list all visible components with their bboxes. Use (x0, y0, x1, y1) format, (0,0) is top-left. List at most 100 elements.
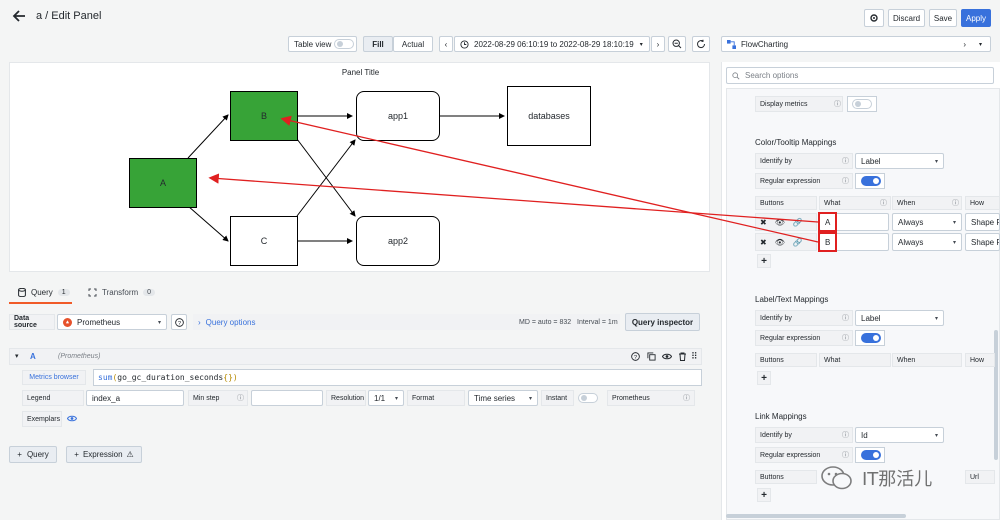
chevron-left-icon: ‹ (444, 39, 448, 49)
prometheus-info-icon[interactable]: ⓘ (683, 393, 690, 403)
options-scrollbar[interactable] (994, 330, 998, 460)
what-info-icon[interactable]: ⓘ (880, 198, 887, 208)
max-data-points: MD = auto = 832 (519, 318, 572, 326)
identify-by-value: Label (861, 156, 881, 166)
table-view-toggle[interactable]: Table view (288, 36, 357, 52)
min-step-info-icon[interactable]: ⓘ (237, 393, 244, 403)
resolution-select[interactable]: 1/1 ▾ (368, 390, 404, 406)
node-b-label: B (260, 111, 267, 121)
link-regex-info-icon[interactable]: ⓘ (842, 450, 849, 460)
node-b[interactable]: B (230, 91, 298, 141)
eye-icon[interactable]: 👁 (775, 218, 785, 227)
mapping-row-1-buttons: ✖ 👁 🔗 (755, 213, 817, 231)
label-regex-toggle-box[interactable] (855, 330, 885, 346)
eye-icon[interactable]: 👁 (775, 238, 785, 247)
display-metrics-label: Display metrics (755, 96, 843, 112)
format-select[interactable]: Time series ▾ (468, 390, 538, 406)
add-color-mapping-button[interactable]: + (757, 254, 771, 268)
mapping-row-2-how-select[interactable]: Shape F (965, 233, 1000, 251)
horizontal-scrollbar[interactable] (726, 514, 906, 518)
eye-icon[interactable] (661, 352, 673, 363)
time-range-picker[interactable]: 2022-08-29 06:10:19 to 2022-08-29 18:10:… (454, 36, 650, 52)
display-metrics-toggle[interactable] (852, 99, 872, 109)
data-source-help-button[interactable]: ? (171, 314, 187, 330)
instant-toggle[interactable] (578, 393, 598, 403)
drag-handle-icon[interactable]: ⠿ (691, 351, 698, 362)
node-c[interactable]: C (230, 216, 298, 266)
chevron-down-icon: ▾ (528, 395, 532, 402)
trash-icon[interactable] (678, 352, 687, 363)
refresh-icon (697, 39, 706, 49)
add-expression-label: Expression (82, 450, 123, 459)
add-query-button[interactable]: + Query (9, 446, 57, 463)
link-icon[interactable]: 🔗 (793, 218, 803, 227)
label-identify-by-value: Label (861, 313, 881, 323)
flowcharting-icon (727, 39, 736, 49)
add-expression-button[interactable]: + Expression ⚠ (66, 446, 142, 463)
remove-icon[interactable]: ✖ (760, 238, 767, 247)
refresh-button[interactable] (692, 36, 710, 52)
node-databases[interactable]: databases (507, 86, 591, 146)
save-button[interactable]: Save (929, 9, 957, 27)
label-regex-toggle[interactable] (861, 333, 881, 343)
label-regex-info-icon[interactable]: ⓘ (842, 333, 849, 343)
query-expression-input[interactable]: sum(go_gc_duration_seconds{}) (93, 369, 702, 386)
table-view-switch[interactable] (334, 39, 354, 49)
collapse-chevron-icon[interactable]: ▾ (15, 352, 19, 360)
remove-icon[interactable]: ✖ (760, 218, 767, 227)
fill-button[interactable]: Fill (363, 36, 393, 52)
exemplars-eye-icon[interactable] (66, 414, 78, 425)
identify-by-info-icon[interactable]: ⓘ (842, 156, 849, 166)
node-a[interactable]: A (129, 158, 197, 208)
link-regex-toggle[interactable] (861, 450, 881, 460)
mapping-row-1-how-select[interactable]: Shape F (965, 213, 1000, 231)
resolution-label: Resolution (326, 390, 366, 406)
apply-button[interactable]: Apply (961, 9, 991, 27)
regex-info-icon[interactable]: ⓘ (842, 176, 849, 186)
mapping-row-2-when: Always (898, 237, 924, 247)
link-identify-info-icon[interactable]: ⓘ (842, 430, 849, 440)
metrics-browser-button[interactable]: Metrics browser (22, 370, 86, 385)
time-back-button[interactable]: ‹ (439, 36, 453, 52)
highlight-box-b (818, 232, 837, 252)
data-source-select[interactable]: Prometheus ▾ (57, 314, 167, 330)
time-forward-button[interactable]: › (651, 36, 665, 52)
node-app2[interactable]: app2 (356, 216, 440, 266)
link-identify-by-select[interactable]: Id ▾ (855, 427, 944, 443)
tab-transform-count: 0 (143, 289, 156, 296)
options-search-input[interactable]: Search options (726, 67, 994, 84)
query-ref-id[interactable]: A (30, 352, 36, 361)
edge-a-c (187, 205, 229, 242)
query-help-icon[interactable]: ? (631, 352, 640, 363)
regex-toggle[interactable] (861, 176, 881, 186)
instant-label: Instant (541, 390, 574, 406)
back-arrow-icon[interactable] (12, 9, 26, 23)
settings-button[interactable] (864, 9, 884, 27)
add-label-mapping-button[interactable]: + (757, 371, 771, 385)
link-icon[interactable]: 🔗 (793, 238, 803, 247)
regex-toggle-box[interactable] (855, 173, 885, 189)
mapping-row-1-when-select[interactable]: Always ▾ (892, 213, 962, 231)
edge-a-b (187, 114, 229, 159)
when-info-icon[interactable]: ⓘ (952, 198, 959, 208)
query-inspector-button[interactable]: Query inspector (625, 313, 700, 331)
identify-by-select[interactable]: Label ▾ (855, 153, 944, 169)
label-identify-info-icon[interactable]: ⓘ (842, 313, 849, 323)
node-app1[interactable]: app1 (356, 91, 440, 141)
display-metrics-toggle-box[interactable] (847, 96, 877, 112)
chevron-down-icon: ▾ (952, 219, 956, 226)
zoom-out-button[interactable] (668, 36, 686, 52)
label-identify-by-select[interactable]: Label ▾ (855, 310, 944, 326)
display-metrics-info-icon[interactable]: ⓘ (834, 99, 841, 109)
tab-query[interactable]: Query 1 (18, 288, 70, 297)
actual-button[interactable]: Actual (393, 36, 433, 52)
query-options-toggle[interactable]: › Query options MD = auto = 832 Interval… (193, 314, 620, 330)
copy-icon[interactable] (647, 352, 656, 363)
tab-transform[interactable]: Transform 0 (88, 288, 156, 297)
mapping-row-2-when-select[interactable]: Always ▾ (892, 233, 962, 251)
visualization-picker[interactable]: FlowCharting › ▾ (721, 36, 991, 52)
add-link-mapping-button[interactable]: + (757, 488, 771, 502)
legend-input[interactable]: index_a (86, 390, 184, 406)
discard-button[interactable]: Discard (888, 9, 925, 27)
min-step-input[interactable] (251, 390, 323, 406)
